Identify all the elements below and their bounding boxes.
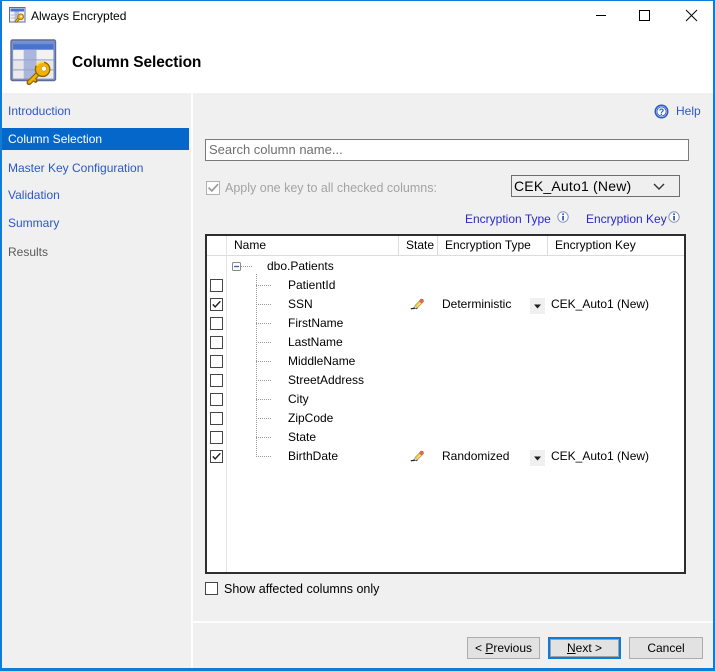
svg-text:?: ? [659,107,665,117]
